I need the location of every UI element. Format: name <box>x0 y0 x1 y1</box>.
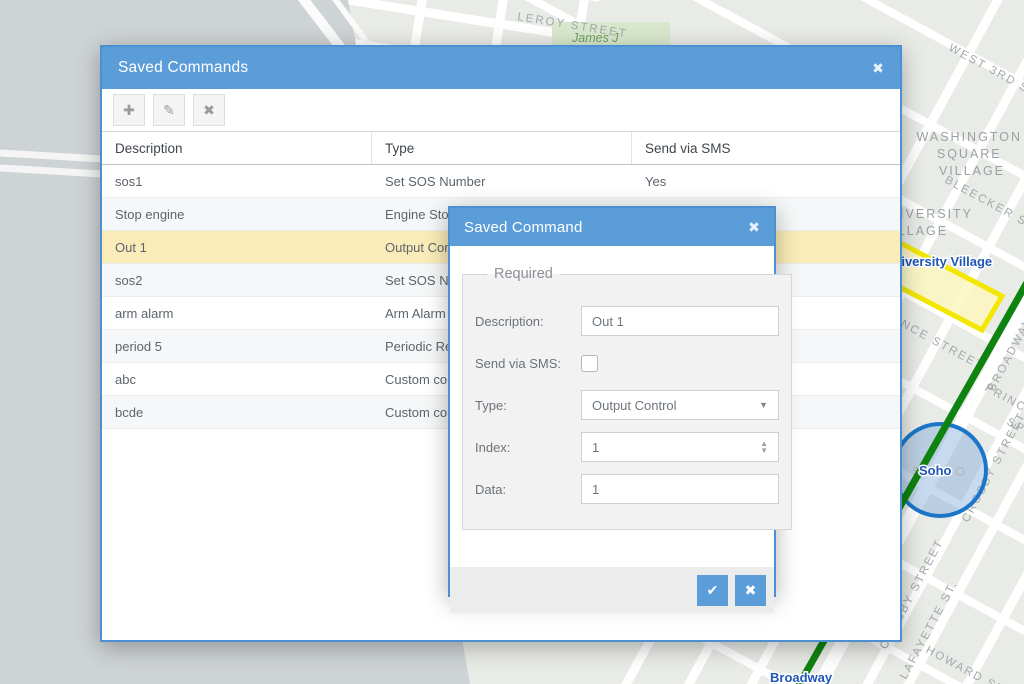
delete-command-button[interactable]: ✖ <box>193 94 225 126</box>
send-via-sms-label: Send via SMS: <box>475 356 581 371</box>
data-label: Data: <box>475 482 581 497</box>
cell-send-via-sms: Yes <box>632 174 900 189</box>
saved-command-dialog-footer: ✔ ✖ <box>450 567 774 613</box>
table-row[interactable]: sos1 Set SOS Number Yes <box>102 165 900 198</box>
map-stage: LEROY STREET James J WEST 3RD STREET WAS… <box>0 0 1024 684</box>
commands-toolbar: ✚ ✎ ✖ <box>102 89 900 131</box>
pencil-icon: ✎ <box>163 102 175 119</box>
saved-commands-dialog-header[interactable]: Saved Commands ✖ <box>102 47 900 89</box>
plus-icon: ✚ <box>123 102 135 119</box>
spin-down-icon[interactable]: ▼ <box>760 447 768 454</box>
send-via-sms-checkbox[interactable] <box>581 355 598 372</box>
cell-description: Out 1 <box>102 240 372 255</box>
close-icon[interactable]: ✖ <box>872 60 884 77</box>
type-select-value: Output Control <box>592 398 677 413</box>
cell-description: period 5 <box>102 339 372 354</box>
cell-description: Stop engine <box>102 207 372 222</box>
saved-command-form: Required Description: Send via SMS: Type… <box>450 266 774 567</box>
delete-icon: ✖ <box>203 102 215 119</box>
cell-description: sos1 <box>102 174 372 189</box>
description-label: Description: <box>475 314 581 329</box>
saved-command-dialog-header[interactable]: Saved Command ✖ <box>450 208 774 246</box>
saved-command-dialog: Saved Command ✖ Required Description: Se… <box>448 206 776 597</box>
index-stepper-value: 1 <box>592 440 599 455</box>
commands-table-header: Description Type Send via SMS <box>102 131 900 165</box>
column-header-description[interactable]: Description <box>102 132 372 164</box>
index-stepper[interactable]: 1 ▲ ▼ <box>581 432 779 462</box>
required-legend: Required <box>487 266 560 282</box>
saved-command-dialog-title: Saved Command <box>464 219 583 236</box>
james-park-label: James J <box>571 31 619 45</box>
type-label: Type: <box>475 398 581 413</box>
data-field[interactable] <box>581 474 779 504</box>
x-icon: ✖ <box>745 582 757 599</box>
column-header-send-via-sms[interactable]: Send via SMS <box>632 132 900 164</box>
check-icon: ✔ <box>707 582 719 599</box>
broadway-geofence-label[interactable]: Broadway <box>770 670 833 684</box>
cell-description: abc <box>102 372 372 387</box>
soho-geofence-label[interactable]: Soho <box>919 463 952 478</box>
close-icon[interactable]: ✖ <box>748 219 760 236</box>
cell-description: sos2 <box>102 273 372 288</box>
cancel-button[interactable]: ✖ <box>735 575 766 606</box>
chevron-down-icon: ▼ <box>759 400 768 410</box>
add-command-button[interactable]: ✚ <box>113 94 145 126</box>
edit-command-button[interactable]: ✎ <box>153 94 185 126</box>
saved-commands-dialog-title: Saved Commands <box>118 59 248 77</box>
description-field[interactable] <box>581 306 779 336</box>
column-header-type[interactable]: Type <box>372 132 632 164</box>
cell-type: Set SOS Number <box>372 174 632 189</box>
cell-description: arm alarm <box>102 306 372 321</box>
confirm-button[interactable]: ✔ <box>697 575 728 606</box>
index-label: Index: <box>475 440 581 455</box>
spinner-arrows[interactable]: ▲ ▼ <box>760 440 768 454</box>
type-select[interactable]: Output Control ▼ <box>581 390 779 420</box>
required-fieldset: Required Description: Send via SMS: Type… <box>462 266 792 530</box>
cell-description: bcde <box>102 405 372 420</box>
